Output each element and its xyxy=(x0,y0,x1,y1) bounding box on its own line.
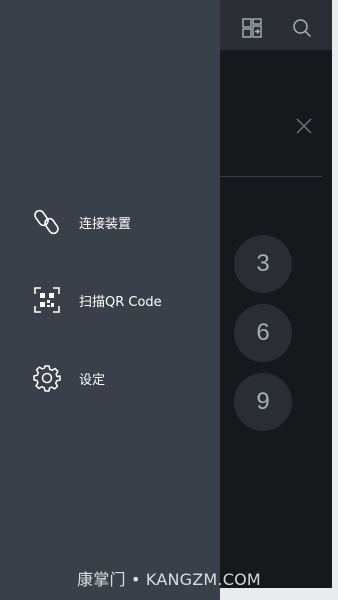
app-content: 3 6 9 xyxy=(220,50,332,590)
menu-item-label: 扫描QR Code xyxy=(79,294,162,310)
close-icon[interactable] xyxy=(294,116,314,136)
menu-item-connect-device[interactable]: 连接装置 xyxy=(0,200,220,244)
app-background: 3 6 9 xyxy=(220,0,338,600)
menu-item-settings[interactable]: 设定 xyxy=(0,356,220,400)
watermark: 康掌门 • KANGZM.COM xyxy=(77,570,261,589)
qr-scan-icon xyxy=(33,286,61,314)
search-icon[interactable] xyxy=(290,16,314,40)
key-3[interactable]: 3 xyxy=(234,235,292,293)
link-icon xyxy=(33,208,61,236)
divider xyxy=(220,176,322,177)
navigation-drawer: 连接装置 扫描QR Code 设定 xyxy=(0,0,220,600)
menu-item-scan-qr[interactable]: 扫描QR Code xyxy=(0,278,220,322)
key-6[interactable]: 6 xyxy=(234,304,292,362)
app-top-bar xyxy=(220,0,332,50)
screen-edge xyxy=(332,0,338,600)
menu-item-label: 设定 xyxy=(79,372,106,388)
gear-icon xyxy=(33,364,61,392)
screen-mirror-icon[interactable] xyxy=(240,16,264,40)
menu-item-label: 连接装置 xyxy=(79,216,132,232)
key-9[interactable]: 9 xyxy=(234,373,292,431)
